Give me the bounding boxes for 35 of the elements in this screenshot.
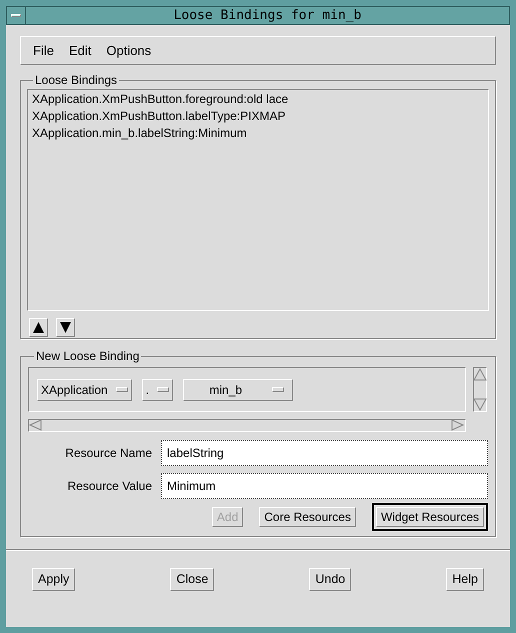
text-field[interactable]: Minimum	[161, 473, 488, 499]
push-button[interactable]: Widget Resources	[372, 503, 488, 531]
list-item[interactable]: XApplication.XmPushButton.labelType:PIXMAP	[32, 108, 484, 125]
down-triangle-icon	[60, 322, 71, 333]
up-triangle-icon	[33, 322, 44, 333]
text-field[interactable]: labelString	[161, 440, 488, 466]
group-title: Loose Bindings	[34, 72, 118, 89]
left-arrow-icon	[29, 419, 43, 432]
option-indicator-icon	[157, 387, 170, 392]
move-up-button[interactable]	[29, 318, 48, 337]
move-down-button[interactable]	[56, 318, 75, 337]
option-menu[interactable]: .	[142, 378, 174, 400]
down-arrow-icon	[473, 398, 487, 411]
menu-item[interactable]: File	[33, 40, 54, 60]
up-arrow-icon	[473, 368, 487, 381]
push-button[interactable]: Close	[170, 568, 214, 591]
option-menu[interactable]: XApplication	[37, 378, 132, 400]
menu-item[interactable]: Options	[106, 40, 152, 60]
menu-item[interactable]: Edit	[68, 40, 92, 60]
horizontal-scrollbar[interactable]	[28, 419, 466, 432]
push-button[interactable]: Core Resources	[259, 507, 356, 527]
option-indicator-icon	[116, 387, 128, 392]
field-label: Resource Name	[64, 445, 153, 462]
list-item[interactable]: XApplication.min_b.labelString:Minimum	[32, 125, 484, 142]
option-indicator-icon	[272, 387, 284, 392]
push-button[interactable]: Apply	[32, 568, 76, 591]
field-label: Resource Value	[66, 478, 153, 495]
list-item[interactable]: XApplication.XmPushButton.foreground:old lace	[32, 91, 484, 108]
window-title: Loose Bindings for min_b	[172, 7, 362, 24]
push-button[interactable]: Undo	[309, 568, 352, 591]
push-button[interactable]: Help	[446, 568, 484, 591]
vertical-scrollbar[interactable]	[473, 367, 487, 412]
option-menu[interactable]: min_b	[183, 378, 294, 400]
group-title: New Loose Binding	[35, 348, 140, 365]
right-arrow-icon	[451, 419, 465, 432]
